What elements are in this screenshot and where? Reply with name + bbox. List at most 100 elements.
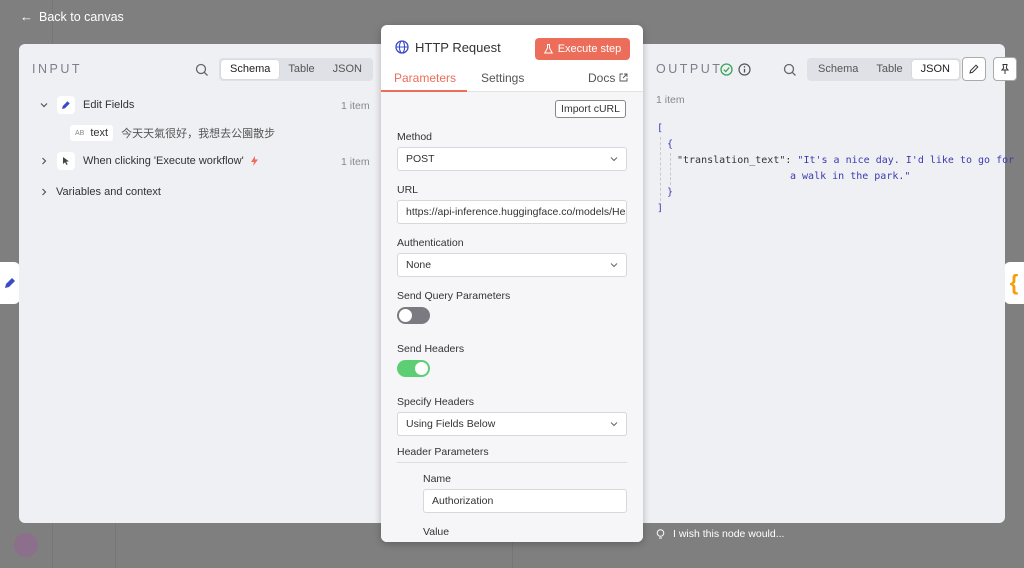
cursor-icon	[57, 152, 75, 170]
back-to-canvas-label: Back to canvas	[39, 9, 124, 24]
json-entry: "translation_text": "It's a nice day. I'…	[657, 153, 1014, 169]
field-name: text	[90, 127, 109, 139]
method-value: POST	[406, 153, 435, 165]
string-type-icon: AB	[75, 129, 85, 137]
output-tab-json[interactable]: JSON	[911, 60, 959, 79]
external-link-icon	[619, 73, 628, 82]
pencil-icon	[5, 278, 15, 288]
pencil-icon	[57, 96, 75, 114]
method-select[interactable]: POST	[397, 147, 627, 171]
specify-headers-select[interactable]: Using Fields Below	[397, 412, 627, 436]
header-value-label: Value	[423, 526, 450, 538]
pin-output-button[interactable]	[993, 57, 1017, 81]
output-tab-schema[interactable]: Schema	[809, 60, 867, 79]
field-row-text[interactable]: AB text 今天天氣很好，我想去公園散步	[70, 125, 275, 141]
json-brace-close: }	[667, 187, 674, 198]
header-name-value: Authorization	[432, 495, 494, 507]
tab-docs[interactable]: Docs	[588, 71, 628, 85]
node-tabs: Parameters Settings Docs	[381, 69, 643, 92]
url-label: URL	[397, 184, 419, 196]
method-label: Method	[397, 131, 433, 143]
send-headers-label: Send Headers	[397, 343, 465, 355]
execute-step-label: Execute step	[557, 43, 622, 55]
tab-settings[interactable]: Settings	[481, 71, 524, 85]
json-value: "It's a nice day. I'd like to go for	[797, 155, 1015, 166]
send-headers-toggle[interactable]	[397, 360, 430, 377]
json-value-continued: a walk in the park."	[790, 171, 911, 182]
pencil-icon	[969, 64, 979, 74]
node-header: HTTP Request Execute step	[381, 25, 643, 65]
globe-icon	[395, 40, 409, 54]
output-panel: OUTPUT Schema Table JSON 1 item [ { "tra…	[643, 44, 1017, 523]
output-view-toggle: Schema Table JSON	[807, 58, 961, 81]
node-parameters-panel: HTTP Request Execute step Parameters Set…	[381, 25, 643, 542]
right-node-tab[interactable]: {	[1004, 262, 1024, 304]
json-output: [ { "translation_text": "It's a nice day…	[657, 121, 1014, 217]
tree-item-label: When clicking 'Execute workflow'	[83, 155, 244, 167]
code-brace-icon: {	[1009, 270, 1019, 295]
avatar[interactable]	[14, 533, 38, 557]
chevron-down-icon	[610, 157, 618, 162]
item-count: 1 item	[341, 100, 370, 112]
chevron-right-icon	[42, 157, 47, 165]
node-title: HTTP Request	[415, 40, 501, 55]
output-title: OUTPUT	[656, 62, 723, 76]
chevron-down-icon	[610, 422, 618, 427]
field-value: 今天天氣很好，我想去公園散步	[121, 128, 276, 140]
variables-context-row[interactable]: Variables and context	[39, 186, 161, 198]
input-tab-json[interactable]: JSON	[324, 60, 371, 79]
tab-parameters[interactable]: Parameters	[394, 71, 456, 85]
url-field[interactable]: https://api-inference.huggingface.co/mod…	[397, 200, 627, 224]
variables-context-label: Variables and context	[56, 186, 161, 198]
arrow-left-icon: ←	[20, 9, 33, 24]
authentication-label: Authentication	[397, 237, 464, 249]
chevron-down-icon	[610, 263, 618, 268]
toggle-knob	[415, 362, 428, 375]
json-bracket-close: ]	[657, 203, 664, 214]
info-icon[interactable]	[738, 63, 751, 76]
input-title: INPUT	[32, 62, 82, 76]
search-icon[interactable]	[195, 63, 209, 77]
tree-item-trigger[interactable]: When clicking 'Execute workflow'	[39, 152, 259, 170]
authentication-select[interactable]: None	[397, 253, 627, 277]
authentication-value: None	[406, 259, 432, 271]
output-tab-table[interactable]: Table	[867, 60, 911, 79]
output-item-count: 1 item	[656, 94, 685, 106]
chevron-down-icon	[40, 103, 48, 108]
edit-output-button[interactable]	[962, 57, 986, 81]
search-icon[interactable]	[783, 63, 797, 77]
feedback-label: I wish this node would...	[673, 528, 785, 540]
input-tab-table[interactable]: Table	[279, 60, 323, 79]
toggle-knob	[399, 309, 412, 322]
input-panel: INPUT Schema Table JSON Edit Fields 1 it…	[19, 44, 381, 523]
json-key: "translation_text":	[677, 155, 792, 166]
send-query-label: Send Query Parameters	[397, 290, 511, 302]
chevron-right-icon	[42, 188, 47, 196]
header-name-field[interactable]: Authorization	[423, 489, 627, 513]
parameters-form: Import cURL Method POST URL https://api-…	[381, 92, 643, 542]
flask-icon	[543, 44, 553, 54]
input-view-toggle: Schema Table JSON	[219, 58, 373, 81]
json-brace-open: {	[667, 139, 674, 150]
success-check-icon	[720, 63, 733, 76]
lightning-icon	[250, 156, 258, 166]
tree-item-label: Edit Fields	[83, 99, 135, 111]
send-query-toggle[interactable]	[397, 307, 430, 324]
specify-headers-value: Using Fields Below	[406, 418, 496, 430]
lightbulb-icon	[656, 528, 665, 538]
json-bracket-open: [	[657, 123, 664, 134]
canvas-divider	[115, 523, 116, 568]
specify-headers-label: Specify Headers	[397, 396, 475, 408]
input-tab-schema[interactable]: Schema	[221, 60, 280, 79]
import-curl-button[interactable]: Import cURL	[555, 100, 626, 118]
tab-docs-label: Docs	[588, 71, 616, 85]
execute-step-button[interactable]: Execute step	[535, 38, 630, 60]
pin-icon	[1000, 64, 1010, 74]
field-pill: AB text	[70, 125, 114, 141]
feedback-link[interactable]: I wish this node would...	[656, 528, 784, 540]
back-to-canvas-link[interactable]: ← Back to canvas	[20, 9, 124, 24]
header-parameters-label: Header Parameters	[397, 446, 489, 458]
item-count: 1 item	[341, 156, 370, 168]
left-node-tab[interactable]	[0, 262, 20, 304]
tree-item-edit-fields[interactable]: Edit Fields	[39, 96, 134, 114]
